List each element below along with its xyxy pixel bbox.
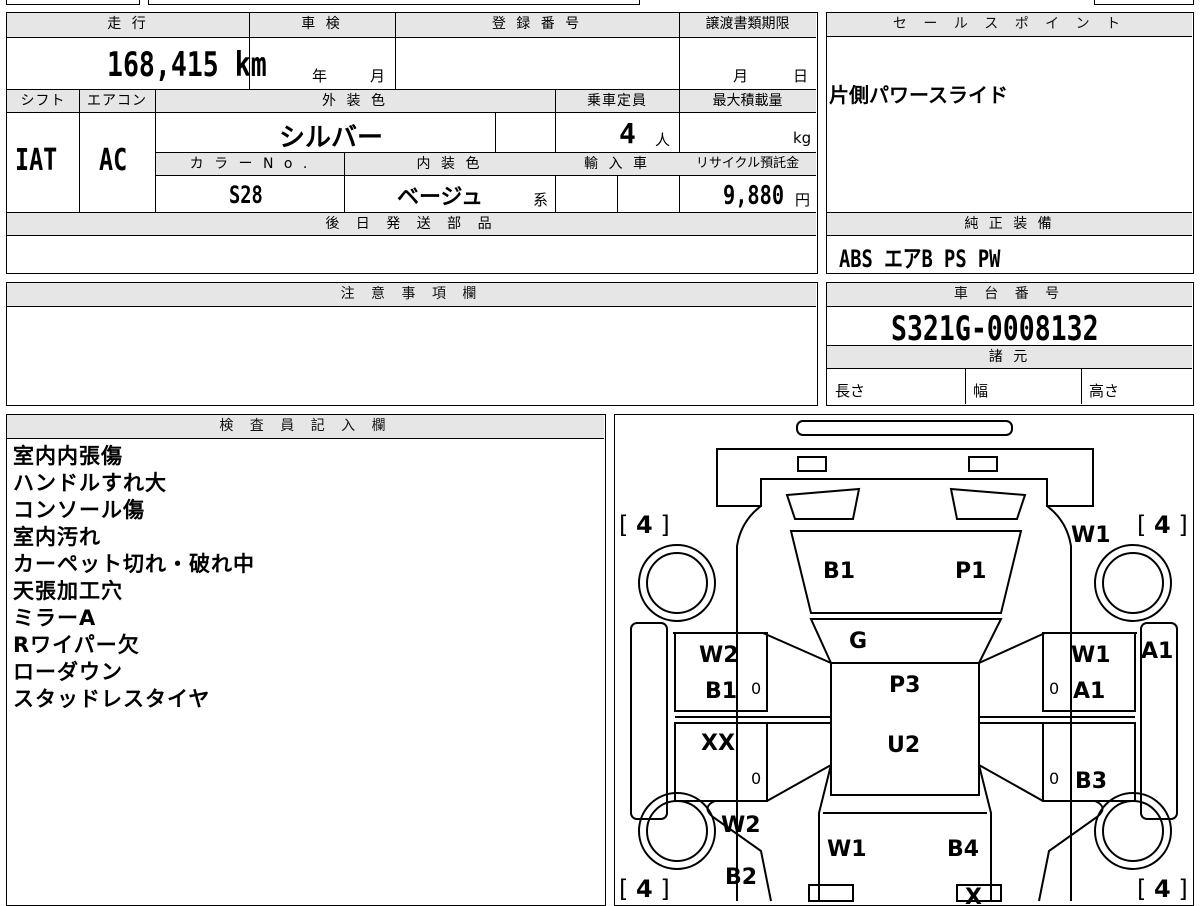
max-load-unit: kg (793, 129, 812, 147)
chassis-box: 車 台 番 号 S321G-0008132 諸 元 長さ 幅 高さ (826, 282, 1194, 406)
mileage-value: 168,415 km (107, 45, 267, 85)
header-later-parts: 後 日 発 送 部 品 (7, 213, 816, 235)
header-recycle-fee: リサイクル預託金 (679, 153, 816, 175)
sales-point-header: セ ー ル ス ポ イ ン ト (827, 13, 1192, 37)
mark-w1-front-right-door: W1 (1071, 643, 1111, 668)
color-no-value: S28 (229, 181, 263, 209)
list-item: ハンドルすれ大 (13, 471, 167, 495)
list-item: ローダウン (13, 660, 123, 684)
deadline-day: 日 (793, 67, 809, 85)
mark-b1-hood: B1 (823, 559, 856, 584)
tire-bl-label: [ 4 ] (619, 875, 670, 903)
header-import: 輸 入 車 (555, 153, 679, 175)
mark-g-windshield: G (849, 629, 868, 654)
chassis-value: S321G-0008132 (891, 309, 1099, 349)
shift-value: IAT (15, 143, 58, 178)
mark-b1-front-left: B1 (705, 679, 738, 704)
spec-width: 幅 (973, 382, 989, 400)
shaken-month: 月 (370, 67, 386, 85)
inspector-header: 検 査 員 記 入 欄 (7, 415, 604, 439)
mark-a1-front-right-door: A1 (1073, 679, 1106, 704)
header-exterior-color: 外 装 色 (155, 90, 555, 112)
list-item: ミラーA (13, 606, 97, 630)
equipment-header: 純 正 装 備 (827, 213, 1192, 235)
interior-suffix: 系 (533, 191, 549, 209)
header-interior-color: 内 装 色 (344, 153, 555, 175)
mark-w2-rear-left: W2 (721, 813, 761, 838)
inspector-box: 検 査 員 記 入 欄 室内内張傷 ハンドルすれ大 コンソール傷 室内汚れ カー… (6, 414, 606, 906)
sales-point-value: 片側パワースライド (829, 83, 1008, 107)
aircon-value: AC (99, 143, 128, 178)
capacity-unit: 人 (655, 131, 671, 149)
tire-tr-label: [ 4 ] (1137, 511, 1188, 539)
list-item: スタッドレスタイヤ (13, 687, 211, 711)
tire-br-label: [ 4 ] (1137, 875, 1188, 903)
header-aircon: エアコン (79, 90, 155, 112)
top-strip (0, 0, 1200, 6)
capacity-value: 4 (619, 117, 636, 150)
mark-zero-2: 0 (1049, 679, 1060, 698)
spec-height: 高さ (1089, 382, 1120, 400)
tire-tl-label: [ 4 ] (619, 511, 670, 539)
deadline-month: 月 (733, 67, 749, 85)
sales-point-panel: セ ー ル ス ポ イ ン ト 片側パワースライド 純 正 装 備 ABS エア… (826, 12, 1194, 274)
list-item: Rワイパー欠 (13, 633, 140, 657)
header-shift: シフト (7, 90, 79, 112)
car-diagram: [ 4 ] [ 4 ] [ 4 ] [ 4 ] W1 B1 P1 G A1 W2… (614, 414, 1194, 906)
mark-a1-side: A1 (1141, 639, 1174, 664)
mark-u2-roof: U2 (887, 733, 921, 758)
notes-header: 注 意 事 項 欄 (7, 283, 816, 307)
recycle-value: 9,880 (723, 181, 785, 211)
recycle-unit: 円 (795, 191, 811, 209)
interior-color-value: ベージュ (397, 185, 484, 210)
mark-w2-front-left: W2 (699, 643, 739, 668)
shaken-year: 年 (312, 67, 328, 85)
mark-b2-rear: B2 (725, 865, 758, 890)
list-item: 天張加工穴 (13, 579, 123, 603)
header-color-no: カ ラ ー N o . (156, 153, 344, 175)
mark-x-rear: X (965, 885, 982, 906)
list-item: カーペット切れ・破れ中 (13, 552, 255, 576)
summary-table: 走 行 車 検 登 録 番 号 譲渡書類期限 168,415 km 年 月 月 … (6, 12, 818, 274)
mark-w1-back: W1 (827, 837, 867, 862)
mark-w1-front-right: W1 (1071, 523, 1111, 548)
list-item: 室内内張傷 (13, 444, 123, 468)
header-reg-number: 登 録 番 号 (395, 13, 679, 37)
list-item: 室内汚れ (13, 525, 101, 549)
notes-box: 注 意 事 項 欄 (6, 282, 818, 406)
mark-b4-back: B4 (947, 837, 980, 862)
mark-p1-hood: P1 (955, 559, 987, 584)
header-mileage: 走 行 (7, 13, 249, 37)
equipment-value: ABS エアB PS PW (839, 245, 1001, 273)
mark-p3-roof: P3 (889, 673, 921, 698)
mark-zero-4: 0 (1049, 769, 1060, 788)
specs-header: 諸 元 (827, 346, 1192, 368)
list-item: コンソール傷 (13, 498, 145, 522)
spec-length: 長さ (835, 382, 866, 400)
mark-zero-1: 0 (751, 679, 762, 698)
header-max-load: 最大積載量 (679, 90, 816, 112)
inspector-notes-list: 室内内張傷 ハンドルすれ大 コンソール傷 室内汚れ カーペット切れ・破れ中 天張… (13, 443, 255, 713)
header-transfer-deadline: 譲渡書類期限 (679, 13, 816, 37)
header-shaken: 車 検 (249, 13, 395, 37)
mark-xx-rear-left: XX (701, 731, 735, 756)
mark-zero-3: 0 (751, 769, 762, 788)
mark-b3-rear-right: B3 (1075, 769, 1108, 794)
header-capacity: 乗車定員 (555, 90, 679, 112)
exterior-color-value: シルバー (279, 123, 384, 153)
chassis-header: 車 台 番 号 (827, 283, 1192, 307)
